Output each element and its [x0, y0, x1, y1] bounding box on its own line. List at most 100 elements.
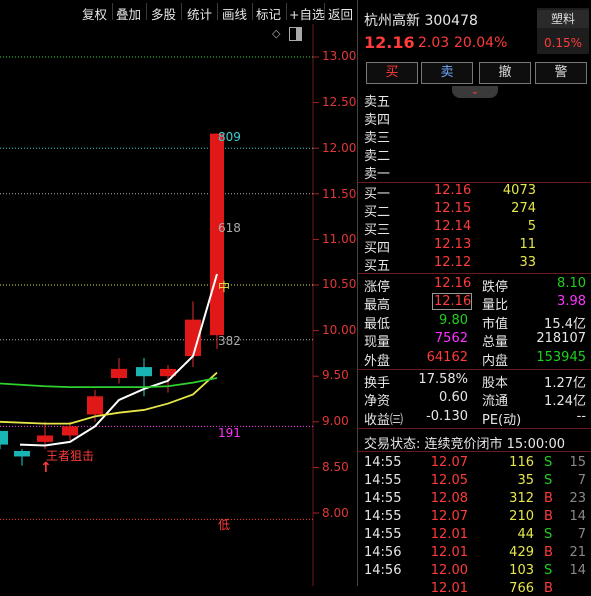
buy-level-label: 买三 [364, 223, 391, 238]
eps-value: -0.130 [426, 409, 468, 424]
cancel-order-button[interactable]: 撤 [479, 62, 531, 84]
collapse-toggle[interactable]: ⌄ [452, 86, 498, 98]
price-change: 2.03 [418, 35, 450, 51]
float-shares-value: 1.24亿 [544, 394, 586, 409]
trade-time: 14:56 [364, 563, 402, 578]
trade-volume: 116 [509, 455, 534, 470]
pe-value: -- [576, 409, 586, 424]
buy-level-label: 买四 [364, 241, 391, 256]
toolbar-back[interactable]: 返回 [328, 4, 353, 23]
trade-volume: 35 [517, 473, 534, 488]
trade-side: B [544, 581, 553, 596]
market-cap-label: 市值 [482, 317, 509, 332]
buy-level-label: 买五 [364, 259, 391, 274]
sell-level-label: 卖二 [364, 149, 391, 164]
ref-line-label-809: 809 [218, 130, 241, 144]
y-tick-label: 11.50 [322, 187, 357, 201]
sector-button[interactable]: 塑料 [537, 10, 589, 28]
total-volume-label: 总量 [482, 335, 509, 350]
trade-side: B [544, 491, 553, 506]
toolbar-add-watchlist[interactable]: +自选 [289, 4, 324, 23]
buy-level-volume: 5 [527, 219, 536, 234]
signal-annotation: 王者狙击 [46, 449, 95, 463]
window-icon[interactable] [289, 27, 302, 41]
trade-count: 7 [577, 473, 586, 488]
trade-side: B [544, 509, 553, 524]
trade-count: 7 [577, 527, 586, 542]
sell-level-label: 卖三 [364, 131, 391, 146]
quote-panel: 杭州高新 300478 塑料 0.15% 12.16 2.03 20.04% 买… [357, 0, 591, 596]
alert-button[interactable]: 警 [535, 62, 587, 84]
trade-volume: 210 [509, 509, 534, 524]
volume-ratio-value: 3.98 [557, 294, 586, 309]
y-tick-label: 10.00 [322, 323, 357, 337]
trade-volume: 429 [509, 545, 534, 560]
high-value: 12.16 [432, 293, 472, 310]
candle-body [136, 367, 152, 377]
sector-change: 0.15% [543, 36, 583, 50]
trade-side: S [544, 563, 553, 578]
moving-average-line [0, 377, 218, 389]
trade-time: 14:55 [364, 509, 402, 524]
chevron-double-down-icon: ⌄ [470, 86, 480, 97]
y-tick-label: 9.50 [322, 368, 349, 382]
sell-button[interactable]: 卖 [421, 62, 473, 84]
trade-price: 12.01 [430, 527, 468, 542]
trade-time: 14:55 [364, 473, 402, 488]
trade-count: 21 [569, 545, 586, 560]
toolbar-mark[interactable]: 标记 [256, 4, 281, 23]
y-tick-label: 13.00 [322, 49, 357, 63]
trade-count: 14 [569, 509, 586, 524]
sector-box[interactable]: 塑料 0.15% [537, 8, 589, 54]
trade-price: 12.07 [430, 509, 468, 524]
net-assets-label: 净资 [364, 394, 391, 409]
trade-volume: 103 [509, 563, 534, 578]
limit-down-label: 跌停 [482, 280, 509, 295]
trade-count: 23 [569, 491, 586, 506]
candle-body [111, 368, 127, 379]
trade-count: 15 [569, 455, 586, 470]
buy-level-price: 12.12 [434, 255, 472, 270]
inner-volume-value: 153945 [536, 350, 586, 365]
ref-line-label-382: 382 [218, 334, 241, 348]
diamond-icon[interactable]: ◇ [272, 27, 280, 40]
inner-volume-label: 内盘 [482, 354, 509, 369]
toolbar-multi-stock[interactable]: 多股 [151, 4, 176, 23]
buy-level-volume: 33 [519, 255, 536, 270]
buy-level-price: 12.16 [434, 183, 472, 198]
turnover-label: 换手 [364, 376, 391, 391]
y-tick-label: 8.00 [322, 506, 349, 520]
moving-average-line [0, 371, 218, 425]
buy-level-label: 买一 [364, 187, 391, 202]
buy-level-volume: 11 [519, 237, 536, 252]
buy-level-price: 12.13 [434, 237, 472, 252]
pe-label: PE(动) [482, 413, 522, 428]
buy-level-price: 12.15 [434, 201, 472, 216]
current-volume-label: 现量 [364, 335, 391, 350]
trade-side: B [544, 545, 553, 560]
y-tick-label: 12.00 [322, 141, 357, 155]
y-tick-label: 12.50 [322, 95, 357, 109]
ref-line-label-mid: 中 [218, 280, 231, 294]
stock-name-code: 杭州高新 300478 [364, 13, 478, 29]
outer-volume-value: 64162 [426, 350, 468, 365]
buy-level-price: 12.14 [434, 219, 472, 234]
y-tick-label: 9.00 [322, 414, 349, 428]
toolbar-overlay[interactable]: 叠加 [116, 4, 141, 23]
buy-level-label: 买二 [364, 205, 391, 220]
trade-price: 12.01 [430, 581, 468, 596]
toolbar-restore-rights[interactable]: 复权 [82, 4, 107, 23]
toolbar-statistics[interactable]: 统计 [187, 4, 212, 23]
trade-time: 14:56 [364, 545, 402, 560]
ref-line-label-low: 低 [218, 518, 231, 532]
total-volume-value: 218107 [536, 331, 586, 346]
kline-chart[interactable]: ◇ 13.00 12.50 12.00 11.50 11.00 10.50 10… [0, 24, 357, 586]
price-change-pct: 20.04% [454, 35, 508, 51]
candle-body [37, 435, 53, 442]
y-tick-label: 10.50 [322, 277, 357, 291]
toolbar-draw-line[interactable]: 画线 [222, 4, 247, 23]
up-arrow-icon: ↑ [40, 460, 52, 476]
buy-button[interactable]: 买 [366, 62, 418, 84]
trade-time: 14:55 [364, 455, 402, 470]
trade-price: 12.07 [430, 455, 468, 470]
